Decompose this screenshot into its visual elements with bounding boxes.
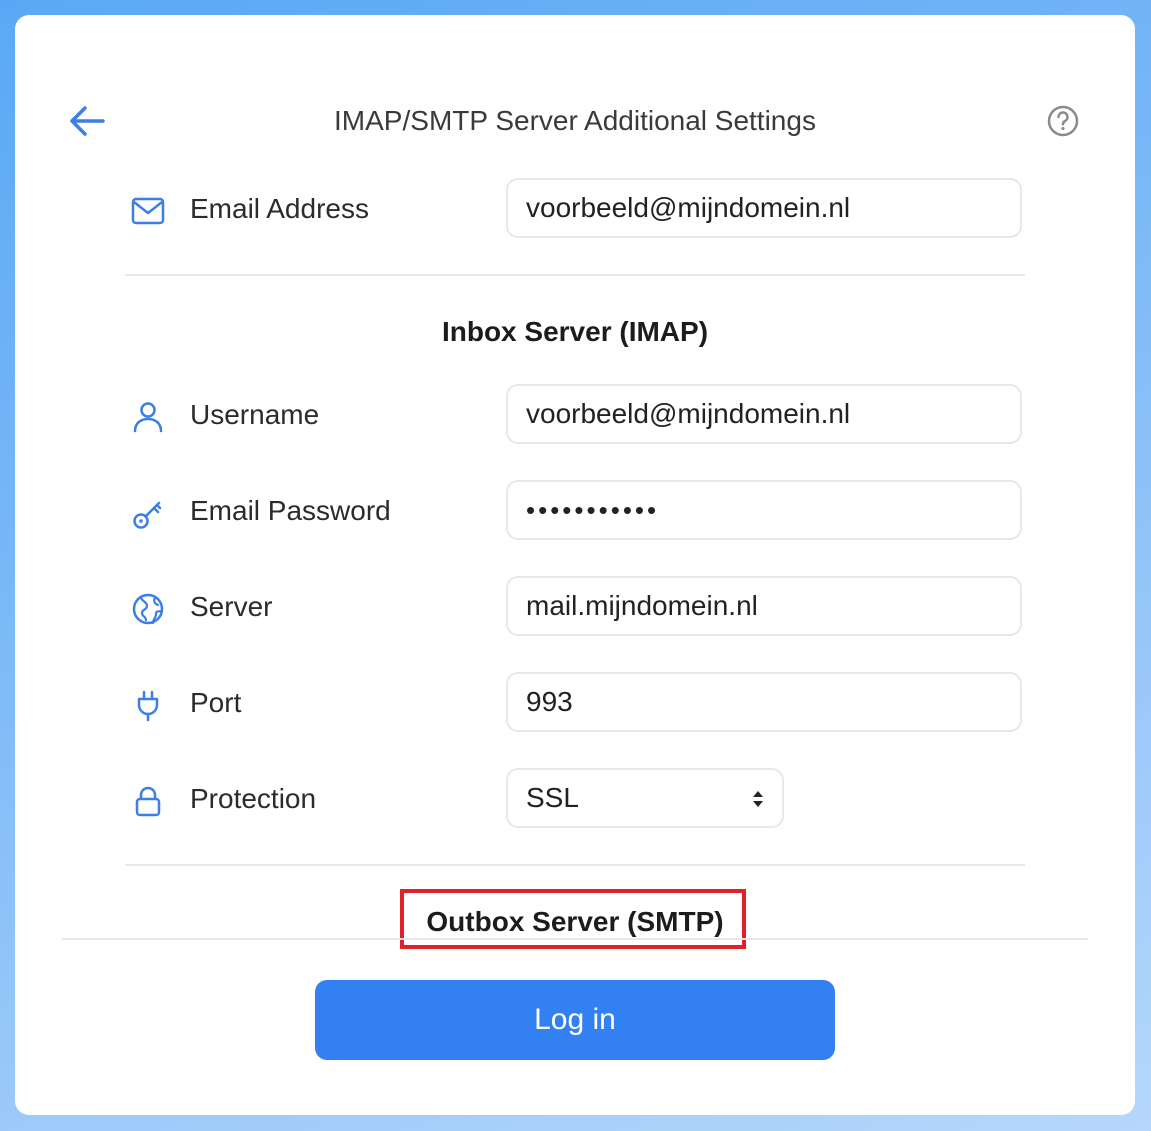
protection-selected-value: SSL (526, 782, 579, 813)
protection-label: Protection (190, 783, 317, 814)
envelope-icon (131, 197, 165, 225)
port-label: Port (190, 687, 242, 718)
password-row: Email Password ••••••••••• (125, 480, 1025, 544)
page-title: IMAP/SMTP Server Additional Settings (334, 105, 816, 136)
username-input[interactable]: voorbeeld@mijndomein.nl (506, 384, 1022, 444)
password-input[interactable]: ••••••••••• (506, 480, 1022, 540)
server-label: Server (190, 591, 273, 622)
highlight-box (400, 889, 746, 949)
globe-icon (132, 593, 164, 625)
divider (125, 274, 1025, 276)
email-address-label: Email Address (190, 193, 369, 224)
footer-divider (62, 938, 1088, 940)
email-address-row: Email Address voorbeeld@mijndomein.nl (125, 178, 1025, 242)
username-row: Username voorbeeld@mijndomein.nl (125, 384, 1025, 448)
user-icon (133, 402, 163, 433)
divider (125, 864, 1025, 866)
help-button[interactable] (1045, 103, 1081, 139)
protection-row: Protection SSL (125, 768, 1025, 832)
plug-icon (137, 690, 159, 722)
settings-card: IMAP/SMTP Server Additional Settings Ema… (15, 15, 1135, 1115)
port-row: Port 993 (125, 672, 1025, 736)
password-label: Email Password (190, 495, 391, 526)
server-input[interactable]: mail.mijndomein.nl (506, 576, 1022, 636)
select-arrows-icon (753, 791, 763, 807)
email-address-input[interactable]: voorbeeld@mijndomein.nl (506, 178, 1022, 238)
inbox-server-heading: Inbox Server (IMAP) (441, 316, 709, 347)
lock-icon (135, 786, 161, 817)
username-label: Username (190, 399, 320, 430)
server-row: Server mail.mijndomein.nl (125, 576, 1025, 640)
help-icon (1047, 105, 1079, 137)
port-input[interactable]: 993 (506, 672, 1022, 732)
protection-select[interactable]: SSL (506, 768, 784, 828)
login-button[interactable]: Log in (315, 980, 835, 1060)
key-icon (133, 501, 162, 529)
